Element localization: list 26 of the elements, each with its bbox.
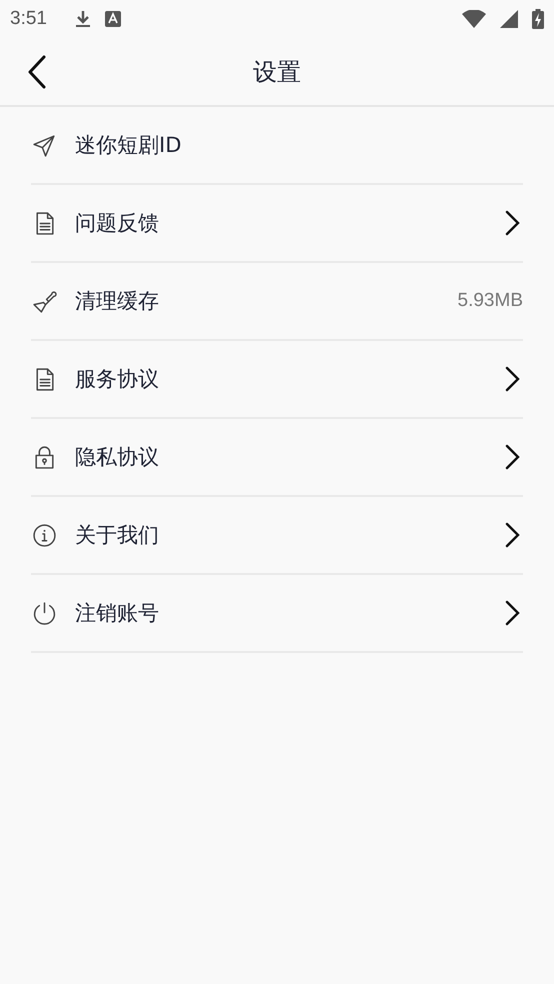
settings-item[interactable]: 注销账号: [31, 575, 523, 653]
settings-item-label: 注销账号: [75, 600, 160, 627]
wifi-icon: [462, 10, 486, 28]
settings-item[interactable]: 关于我们: [31, 497, 523, 575]
settings-item-label: 迷你短剧ID: [75, 132, 182, 159]
power-icon: [32, 600, 57, 626]
status-time: 3:51: [10, 8, 47, 30]
settings-item-label: 清理缓存: [75, 288, 160, 315]
settings-item-label: 关于我们: [75, 522, 160, 549]
send-icon: [32, 132, 57, 158]
signal-icon: [500, 10, 518, 28]
settings-item[interactable]: 清理缓存 5.93MB: [31, 263, 523, 341]
settings-item-label: 隐私协议: [75, 444, 160, 471]
settings-item[interactable]: 服务协议: [31, 341, 523, 419]
settings-item[interactable]: 问题反馈: [31, 185, 523, 263]
settings-item[interactable]: 隐私协议: [31, 419, 523, 497]
settings-item-label: 服务协议: [75, 366, 160, 393]
page-title: 设置: [253, 56, 301, 88]
app-notification-icon: [104, 11, 121, 27]
download-icon: [74, 9, 91, 29]
brush-icon: [32, 288, 57, 314]
settings-item[interactable]: 迷你短剧ID: [31, 107, 523, 185]
cache-size: 5.93MB: [458, 290, 523, 312]
battery-charging-icon: [532, 9, 544, 29]
info-icon: [32, 522, 57, 548]
settings-item-label: 问题反馈: [75, 210, 160, 237]
